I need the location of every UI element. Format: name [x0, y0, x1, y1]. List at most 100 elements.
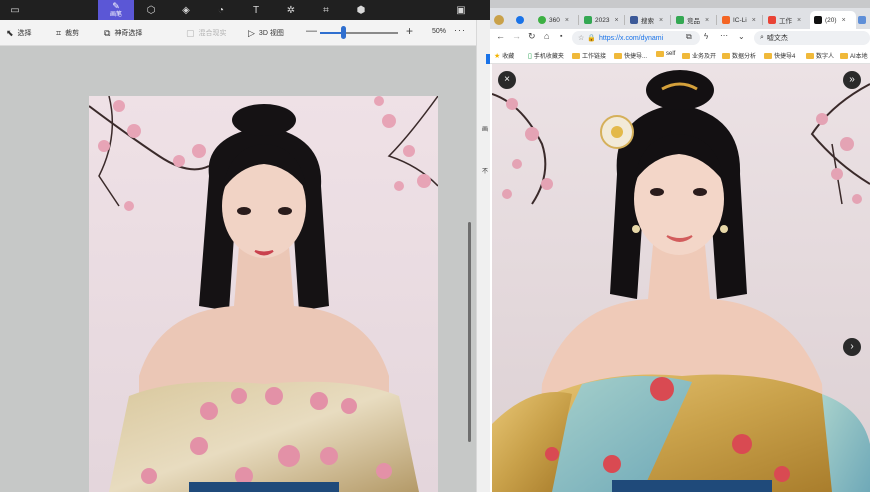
bookmark-label: 数字人	[816, 54, 835, 60]
zoom-slider-track[interactable]	[320, 32, 398, 34]
mixed-reality-icon: ▢	[186, 27, 195, 38]
mixed-reality-button[interactable]: ▢ 混合现实	[186, 26, 227, 40]
bookmark-item[interactable]: ▯ 手机收藏夹	[528, 51, 564, 61]
select-button[interactable]: ⬉ 选择	[6, 26, 32, 40]
paint-top-bar: ▭ ✎ 画笔 ⬡ ◈ ◔ T ✲ ⌗ ⬢ ▣	[0, 0, 490, 20]
zoom-out-button[interactable]: —	[306, 25, 317, 37]
tab-search[interactable]: 搜索 ×	[626, 11, 670, 29]
expand-icon: »	[849, 74, 855, 85]
bookmark-item[interactable]: 快捷导4	[764, 51, 795, 60]
bookmark-item[interactable]: 数据分析	[722, 51, 756, 60]
zoom-in-button[interactable]: +	[406, 24, 413, 38]
flash-icon[interactable]: ϟ	[704, 32, 708, 41]
magic-select-icon: ⧉	[104, 27, 111, 38]
tab-pinned-1[interactable]	[490, 11, 512, 29]
bookmark-label: AI本地	[850, 54, 868, 60]
tab-pinned-2[interactable]	[512, 11, 532, 29]
tab-icon	[858, 16, 866, 24]
hf-icon	[722, 16, 730, 24]
next-image-button[interactable]: ›	[843, 338, 861, 356]
bookmark-item[interactable]: ★ 收藏	[494, 51, 515, 61]
facebook-icon	[630, 16, 638, 24]
effects-icon[interactable]: ✲	[280, 0, 302, 20]
3d-view-button[interactable]: ▷ 3D 视图	[248, 26, 284, 40]
tab-2023[interactable]: 2023 ×	[580, 11, 624, 29]
tab-label: 搜索	[641, 18, 654, 25]
360-icon	[538, 16, 546, 24]
address-bar[interactable]: ☆ 🔒 https://x.com/dynami	[572, 31, 700, 45]
folder-icon	[682, 52, 690, 59]
zoom-slider-thumb[interactable]	[341, 26, 346, 39]
media-viewer-image[interactable]	[492, 64, 870, 492]
crop-icon[interactable]: ⌗	[315, 0, 337, 20]
brush-tab[interactable]: ✎ 画笔	[98, 0, 134, 20]
vertical-scrollbar[interactable]	[468, 222, 471, 442]
shapes-icon[interactable]: ⬡	[140, 0, 162, 20]
bookmark-label: 收藏	[502, 54, 515, 60]
tab-close-icon[interactable]: ×	[705, 17, 709, 24]
cube-icon[interactable]: ◈	[175, 0, 197, 20]
home-icon[interactable]: ⌂	[544, 31, 549, 41]
bookmark-item[interactable]: AI本地	[840, 51, 868, 60]
paste-icon[interactable]: ▣	[450, 0, 472, 20]
tab-close-icon[interactable]: ×	[797, 17, 801, 24]
tab-extra[interactable]	[856, 11, 870, 29]
bookmark-item[interactable]: 工作链接	[572, 51, 606, 60]
wallet-icon[interactable]: ▪	[560, 33, 562, 40]
cursor-icon: ⬉	[6, 27, 14, 38]
more-icon[interactable]: ⋯	[720, 31, 728, 40]
3d-library-icon[interactable]: ⬢	[350, 0, 372, 20]
bookmark-label: 快捷导4	[774, 54, 796, 60]
tab-label: 2023	[595, 16, 610, 24]
expand-viewer-button[interactable]: »	[843, 71, 861, 89]
folder-icon	[656, 51, 664, 57]
sheet-icon	[676, 16, 684, 24]
forward-icon[interactable]: →	[512, 31, 521, 41]
side-panel-strip: 画 不	[476, 20, 491, 492]
tab-close-icon[interactable]: ×	[614, 17, 618, 24]
url-text: https://x.com/dynami	[599, 34, 664, 42]
bookmark-item[interactable]: 数字人	[806, 51, 834, 60]
doc-icon	[768, 16, 776, 24]
text-icon[interactable]: T	[245, 0, 267, 20]
bookmark-item[interactable]: self	[656, 51, 675, 57]
tab-competitors[interactable]: 竞品 ×	[672, 11, 716, 29]
tab-360[interactable]: 360 ×	[534, 11, 578, 29]
tab-work[interactable]: 工作 ×	[764, 11, 808, 29]
sticker-icon[interactable]: ◔	[210, 0, 232, 20]
tab-ic-light[interactable]: IC-Li ×	[718, 11, 762, 29]
chevron-right-icon: ›	[850, 341, 854, 352]
3d-view-icon: ▷	[248, 27, 255, 38]
tab-close-icon[interactable]: ×	[842, 17, 846, 24]
folder-icon	[614, 52, 622, 59]
close-viewer-button[interactable]: ×	[498, 71, 516, 89]
file-icon[interactable]: ▭	[4, 0, 26, 20]
browser-tab-strip: 360 × 2023 × 搜索 × 竞品 × IC-Li × 工作 × (20)…	[490, 8, 870, 29]
chevron-down-icon[interactable]: ⌄	[738, 32, 745, 41]
tab-close-icon[interactable]: ×	[565, 17, 569, 24]
translate-icon[interactable]: ⧉	[686, 32, 692, 42]
star-icon: ★	[494, 52, 501, 60]
brush-icon: ✎	[112, 0, 120, 11]
tab-close-icon[interactable]: ×	[659, 17, 663, 24]
bookmark-label: 快捷导...	[624, 54, 648, 60]
tab-x-active[interactable]: (20) ×	[810, 11, 856, 29]
back-icon[interactable]: ←	[496, 31, 505, 41]
crop-button[interactable]: ⌗ 裁剪	[56, 26, 79, 40]
search-box[interactable]: ⌕ 嘘文杰	[754, 31, 870, 45]
tab-close-icon[interactable]: ×	[752, 17, 756, 24]
bookmark-item[interactable]: 快捷导...	[614, 51, 647, 60]
zoom-percent: 50%	[432, 28, 447, 35]
tab-label: IC-Li	[733, 16, 747, 24]
bookmark-item[interactable]: 业务及开	[682, 51, 716, 60]
folder-icon	[806, 52, 814, 59]
bookmark-label: 手机收藏夹	[533, 54, 564, 60]
reload-icon[interactable]: ↻	[528, 31, 536, 42]
folder-icon	[840, 52, 848, 59]
folder-icon	[572, 52, 580, 59]
avatar-icon	[494, 15, 504, 25]
magic-select-button[interactable]: ⧉ 神奇选择	[104, 26, 142, 40]
bookmark-label: 工作链接	[582, 54, 607, 60]
more-options-button[interactable]: ···	[454, 25, 466, 35]
tab-label: (20)	[825, 16, 837, 24]
